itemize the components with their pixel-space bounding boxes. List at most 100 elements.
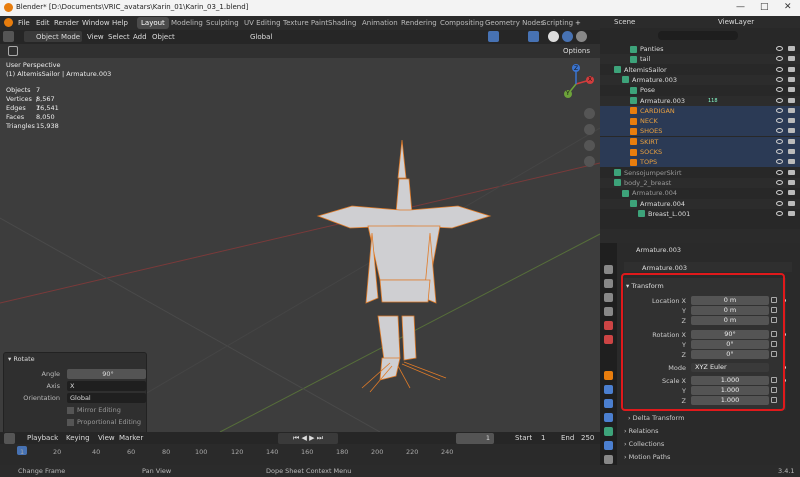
zoom-icon[interactable] bbox=[584, 108, 595, 119]
outliner-item[interactable]: Breast_L.001 bbox=[600, 209, 800, 219]
render-camera-icon[interactable] bbox=[788, 200, 795, 206]
render-camera-icon[interactable] bbox=[788, 169, 795, 175]
visibility-eye-icon[interactable] bbox=[776, 210, 783, 216]
render-camera-icon[interactable] bbox=[788, 118, 795, 124]
visibility-eye-icon[interactable] bbox=[776, 169, 783, 175]
visibility-eye-icon[interactable] bbox=[776, 138, 783, 144]
select-tool-icon[interactable] bbox=[8, 46, 18, 56]
render-camera-icon[interactable] bbox=[788, 128, 795, 134]
maximize-icon[interactable]: □ bbox=[760, 2, 769, 12]
section-collections[interactable]: › Collections bbox=[624, 440, 664, 448]
angle-field[interactable]: 90° bbox=[67, 369, 146, 379]
outliner-item[interactable]: Armature.004 bbox=[600, 198, 800, 209]
outliner-item[interactable]: body_2_breast bbox=[600, 177, 800, 188]
rotate-panel-title[interactable]: ▾ Rotate bbox=[8, 355, 35, 363]
outliner-item[interactable]: AltemisSailor bbox=[600, 65, 800, 75]
timeline-editor-icon[interactable] bbox=[4, 433, 15, 444]
viewport-menu-select[interactable]: Select bbox=[108, 33, 130, 41]
pan-hand-icon[interactable] bbox=[584, 124, 595, 135]
tab-texture-icon[interactable] bbox=[604, 455, 613, 464]
section-relations[interactable]: › Relations bbox=[624, 427, 659, 435]
outliner-item[interactable]: TOPS bbox=[600, 157, 800, 168]
outliner-item[interactable]: SensojumperSkirt bbox=[600, 168, 800, 178]
tab-modeling[interactable]: Modeling bbox=[167, 17, 207, 29]
render-camera-icon[interactable] bbox=[788, 97, 795, 103]
visibility-eye-icon[interactable] bbox=[776, 128, 783, 134]
current-frame-field[interactable]: 1 bbox=[456, 433, 494, 444]
tab-tool-icon[interactable] bbox=[604, 265, 613, 274]
viewport-menu-object[interactable]: Object bbox=[152, 33, 175, 41]
outliner-item[interactable]: Armature.003 bbox=[600, 74, 800, 85]
render-camera-icon[interactable] bbox=[788, 76, 795, 82]
render-camera-icon[interactable] bbox=[788, 138, 795, 144]
minimize-icon[interactable]: — bbox=[736, 2, 745, 12]
add-workspace-icon[interactable]: + bbox=[575, 19, 581, 27]
render-camera-icon[interactable] bbox=[788, 56, 795, 62]
viewport-menu-view[interactable]: View bbox=[87, 33, 104, 41]
outliner-item[interactable]: Armature.003 118 bbox=[600, 95, 800, 106]
viewlayer-selector[interactable]: ViewLayer bbox=[718, 18, 754, 26]
visibility-eye-icon[interactable] bbox=[776, 118, 783, 124]
tab-sculpting[interactable]: Sculpting bbox=[202, 17, 243, 29]
grid-icon[interactable] bbox=[584, 156, 595, 167]
tab-shading[interactable]: Shading bbox=[324, 17, 360, 29]
tab-render-icon[interactable] bbox=[604, 279, 613, 288]
gizmo-toggle-icon[interactable] bbox=[488, 31, 499, 42]
visibility-eye-icon[interactable] bbox=[776, 200, 783, 206]
blender-menu-icon[interactable] bbox=[4, 18, 13, 27]
render-camera-icon[interactable] bbox=[788, 210, 795, 216]
render-camera-icon[interactable] bbox=[788, 149, 795, 154]
menu-file[interactable]: File bbox=[18, 19, 30, 27]
outliner-item[interactable]: NECK bbox=[600, 116, 800, 127]
orientation-dropdown[interactable]: Global bbox=[250, 33, 272, 41]
visibility-eye-icon[interactable] bbox=[776, 190, 783, 196]
close-icon[interactable]: ✕ bbox=[784, 2, 792, 12]
outliner-item[interactable]: SKIRT bbox=[600, 136, 800, 147]
menu-edit[interactable]: Edit bbox=[36, 19, 50, 27]
visibility-eye-icon[interactable] bbox=[776, 66, 783, 72]
render-camera-icon[interactable] bbox=[788, 190, 795, 196]
outliner-item[interactable]: Armature.004 bbox=[600, 188, 800, 198]
outliner-item[interactable]: SOCKS bbox=[600, 147, 800, 157]
menu-render[interactable]: Render bbox=[54, 19, 79, 27]
outliner-item[interactable]: Panties bbox=[600, 44, 800, 54]
timeline-menu-playback[interactable]: Playback bbox=[27, 434, 58, 442]
tab-scripting[interactable]: Scripting bbox=[538, 17, 577, 29]
3d-viewport[interactable]: Object Mode View Select Add Object Globa… bbox=[0, 30, 600, 432]
orientation-dropdown[interactable]: Global bbox=[67, 393, 146, 403]
render-camera-icon[interactable] bbox=[788, 107, 795, 113]
tab-animation[interactable]: Animation bbox=[358, 17, 402, 29]
tab-armature-data-icon[interactable] bbox=[604, 427, 613, 436]
outliner-search-input[interactable] bbox=[658, 31, 738, 40]
menu-window[interactable]: Window bbox=[82, 19, 110, 27]
timeline-menu-view[interactable]: View bbox=[98, 434, 115, 442]
outliner-item[interactable]: tail bbox=[600, 54, 800, 65]
visibility-eye-icon[interactable] bbox=[776, 97, 783, 103]
tab-uv-editing[interactable]: UV Editing bbox=[240, 17, 285, 29]
visibility-eye-icon[interactable] bbox=[776, 46, 783, 51]
tab-rendering[interactable]: Rendering bbox=[397, 17, 441, 29]
render-camera-icon[interactable] bbox=[788, 66, 795, 72]
timeline-menu-keying[interactable]: Keying bbox=[66, 434, 90, 442]
visibility-eye-icon[interactable] bbox=[776, 159, 783, 165]
camera-icon[interactable] bbox=[584, 140, 595, 151]
tab-layout[interactable]: Layout bbox=[137, 17, 169, 29]
viewport-menu-add[interactable]: Add bbox=[133, 33, 147, 41]
render-camera-icon[interactable] bbox=[788, 159, 795, 165]
visibility-eye-icon[interactable] bbox=[776, 179, 783, 185]
solid-shading-icon[interactable] bbox=[548, 31, 559, 42]
tab-constraints-icon[interactable] bbox=[604, 413, 613, 422]
end-frame-field[interactable]: 250 bbox=[581, 434, 594, 442]
render-camera-icon[interactable] bbox=[788, 87, 795, 93]
outliner-item[interactable]: SHOES bbox=[600, 126, 800, 137]
render-camera-icon[interactable] bbox=[788, 46, 795, 51]
axis-dropdown[interactable]: X bbox=[67, 381, 146, 391]
visibility-eye-icon[interactable] bbox=[776, 149, 783, 154]
editor-type-icon[interactable] bbox=[3, 31, 14, 42]
scene-selector[interactable]: Scene bbox=[614, 18, 635, 26]
start-frame-field[interactable]: 1 bbox=[541, 434, 545, 442]
menu-help[interactable]: Help bbox=[112, 19, 128, 27]
playback-controls[interactable]: ⏮ ◀ ▶ ⏭ bbox=[278, 433, 338, 444]
visibility-eye-icon[interactable] bbox=[776, 87, 783, 93]
options-dropdown[interactable]: Options bbox=[563, 47, 590, 55]
